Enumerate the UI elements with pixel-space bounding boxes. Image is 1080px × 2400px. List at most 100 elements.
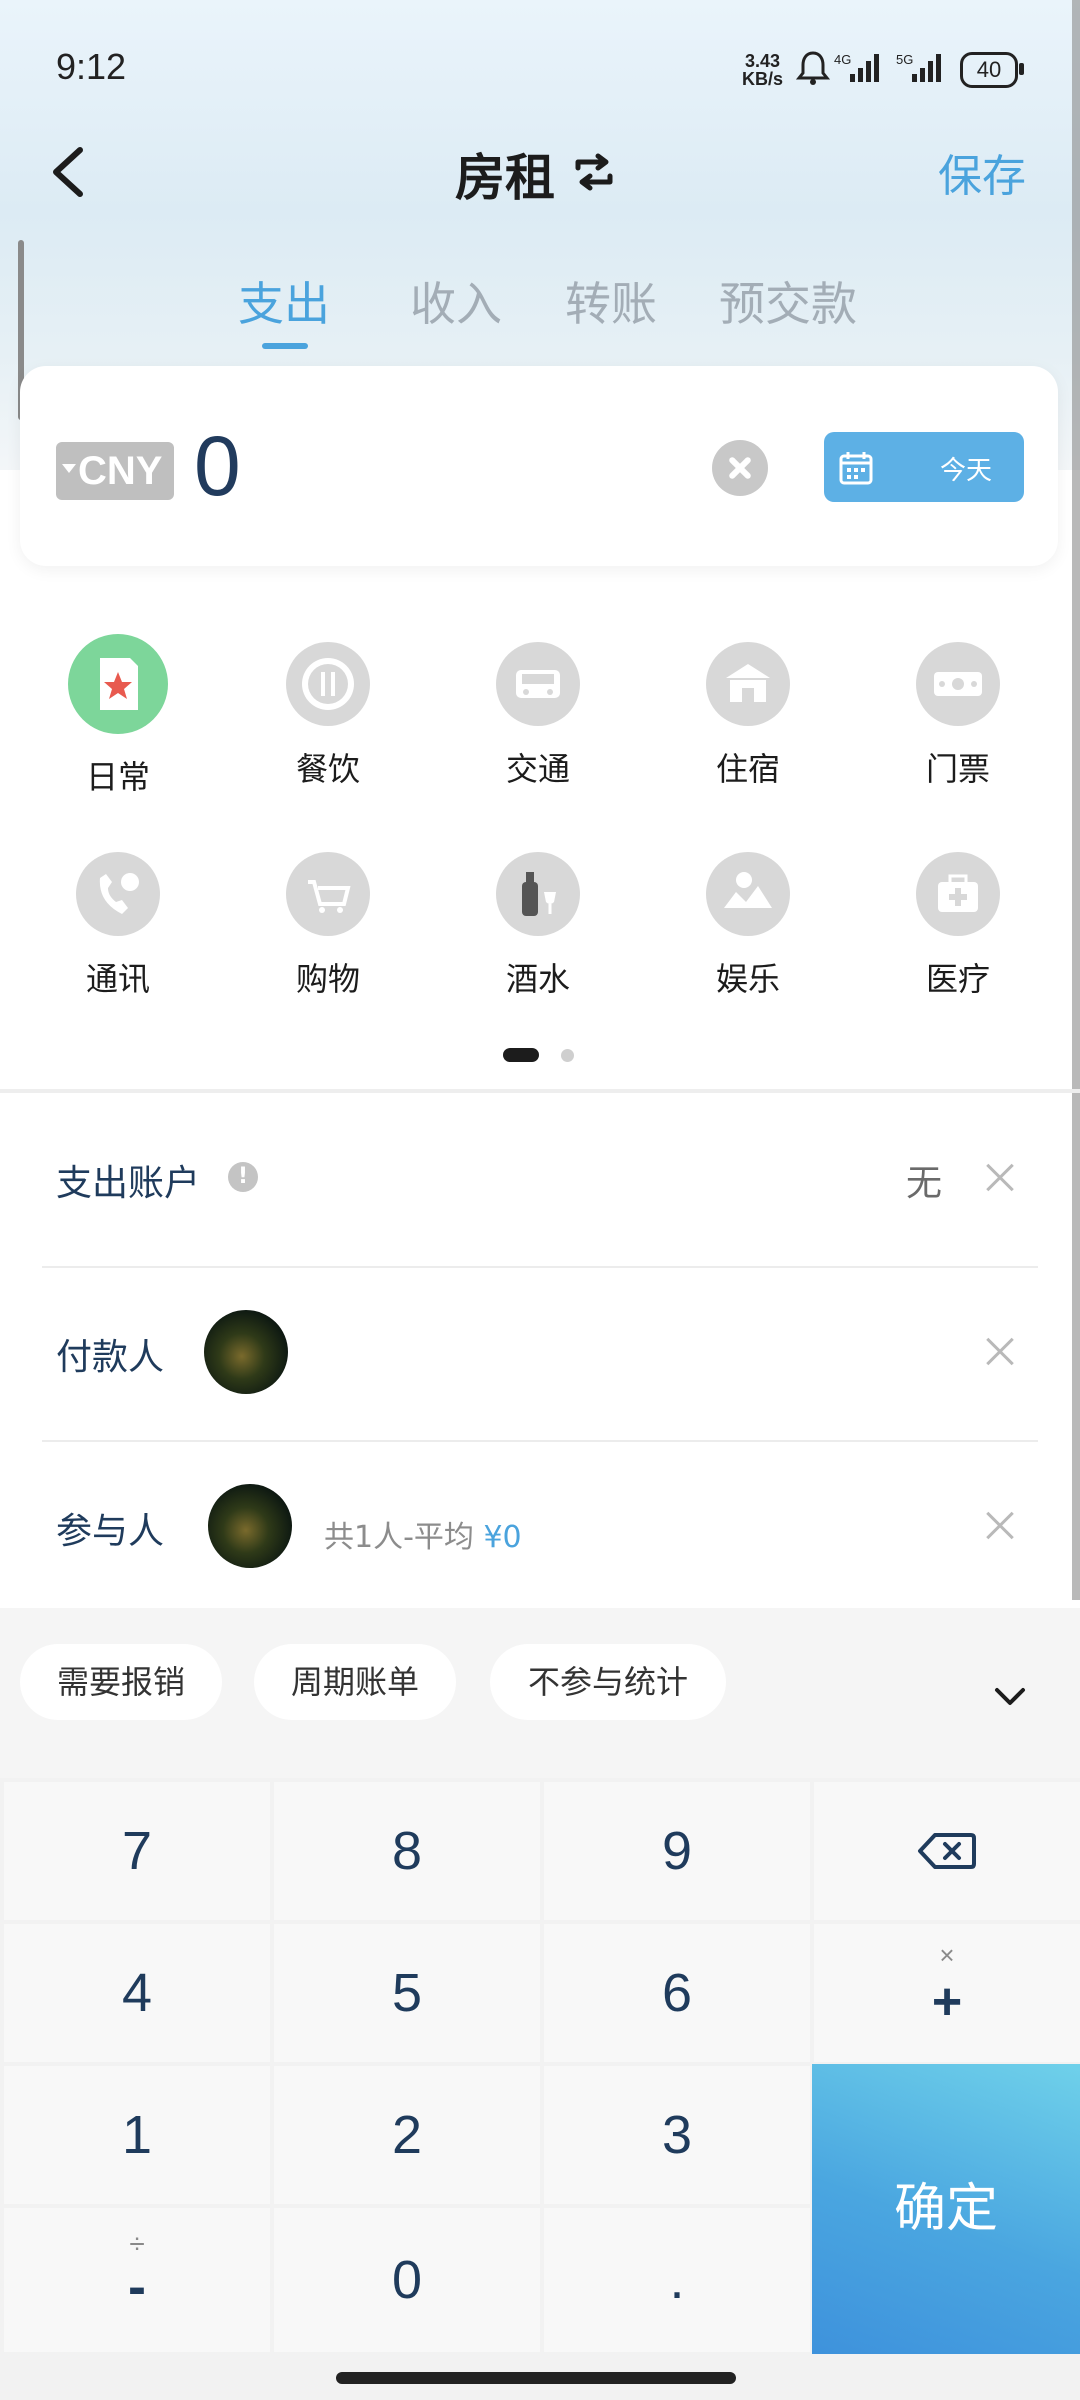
tag-reimbursement[interactable]: 需要报销 xyxy=(20,1644,222,1720)
minus-label: - xyxy=(128,2257,146,2317)
key-7[interactable]: 7 xyxy=(4,1782,270,1920)
tab-expense[interactable]: 支出 xyxy=(238,268,330,334)
section-divider xyxy=(0,1089,1080,1093)
category-lodging[interactable]: 住宿 xyxy=(678,642,818,790)
divide-minus-key[interactable]: ÷ - xyxy=(4,2208,270,2352)
account-row[interactable]: 支出账户 ! 无 xyxy=(42,1094,1038,1266)
key-1[interactable]: 1 xyxy=(4,2066,270,2204)
payer-label: 付款人 xyxy=(56,1337,165,1378)
calendar-icon xyxy=(839,452,873,485)
save-button[interactable]: 保存 xyxy=(938,140,1026,204)
ticket-icon xyxy=(916,642,1000,726)
status-time: 9:12 xyxy=(56,46,127,87)
transport-icon xyxy=(496,642,580,726)
date-label: 今天 xyxy=(940,456,993,486)
key-4[interactable]: 4 xyxy=(4,1924,270,2062)
clear-account-icon[interactable] xyxy=(982,1160,1018,1196)
category-daily[interactable]: 日常 xyxy=(48,634,188,798)
account-label: 支出账户 xyxy=(56,1163,201,1204)
daily-icon xyxy=(68,634,168,734)
chevron-down-icon[interactable] xyxy=(993,1686,1027,1708)
participants-label: 参与人 xyxy=(56,1511,165,1552)
page-dot[interactable] xyxy=(561,1049,574,1062)
network-speed: 3.43 KB/s xyxy=(742,52,783,88)
type-tabs: 支出 收入 转账 预交款 xyxy=(0,268,1080,348)
lodging-icon xyxy=(706,642,790,726)
participants-row[interactable]: 参与人 共1人-平均 ¥0 xyxy=(42,1442,1038,1614)
category-transport[interactable]: 交通 xyxy=(468,642,608,790)
category-label: 酒水 xyxy=(505,960,570,998)
signal-icon xyxy=(850,54,879,82)
tab-income[interactable]: 收入 xyxy=(410,268,502,334)
amount-card: CNY 0 今天 xyxy=(20,366,1058,566)
status-bar: 9:12 3.43 KB/s 4G 5G 40 xyxy=(0,0,1080,140)
drinks-icon xyxy=(496,852,580,936)
key-0[interactable]: 0 xyxy=(274,2208,540,2352)
currency-selector[interactable]: CNY xyxy=(56,442,174,500)
confirm-button[interactable]: 确定 xyxy=(812,2064,1080,2354)
category-dining[interactable]: 餐饮 xyxy=(258,642,398,790)
category-label: 通讯 xyxy=(85,960,150,998)
split-summary: 共1人-平均 ¥0 xyxy=(324,1512,522,1556)
shopping-icon xyxy=(286,852,370,936)
swap-icon[interactable] xyxy=(570,148,618,196)
key-3[interactable]: 3 xyxy=(544,2066,810,2204)
key-2[interactable]: 2 xyxy=(274,2066,540,2204)
payer-row[interactable]: 付款人 xyxy=(42,1268,1038,1440)
backspace-key[interactable] xyxy=(814,1782,1080,1920)
clear-payer-icon[interactable] xyxy=(982,1334,1018,1370)
category-label: 门票 xyxy=(925,750,990,788)
plus-label: + xyxy=(931,1973,963,2031)
info-icon[interactable]: ! xyxy=(228,1162,258,1192)
medical-icon xyxy=(916,852,1000,936)
key-label: 4 xyxy=(121,1963,153,2023)
key-label: 6 xyxy=(661,1963,693,2023)
category-label: 餐饮 xyxy=(295,750,360,788)
date-button[interactable]: 今天 xyxy=(824,432,1024,502)
key-6[interactable]: 6 xyxy=(544,1924,810,2062)
battery-indicator: 40 xyxy=(960,52,1024,88)
amount-value[interactable]: 0 xyxy=(194,418,241,515)
category-medical[interactable]: 医疗 xyxy=(888,852,1028,1000)
key-dot[interactable]: . xyxy=(544,2208,810,2352)
account-value: 无 xyxy=(905,1163,942,1204)
home-indicator[interactable] xyxy=(336,2372,736,2384)
category-label: 购物 xyxy=(295,960,360,998)
category-entertainment[interactable]: 娱乐 xyxy=(678,852,818,1000)
scrollbar[interactable] xyxy=(1072,0,1080,1600)
clear-participants-icon[interactable] xyxy=(982,1508,1018,1544)
category-ticket[interactable]: 门票 xyxy=(888,642,1028,790)
key-label: . xyxy=(669,2250,685,2310)
currency-code: CNY xyxy=(78,449,163,493)
dining-icon xyxy=(286,642,370,726)
category-shopping[interactable]: 购物 xyxy=(258,852,398,1000)
multiply-plus-key[interactable]: × + xyxy=(814,1924,1080,2062)
key-label: 5 xyxy=(391,1963,423,2023)
tag-recurring[interactable]: 周期账单 xyxy=(254,1644,456,1720)
page-title: 房租 xyxy=(455,149,555,207)
back-arrow-icon[interactable] xyxy=(40,140,100,204)
participant-avatar[interactable] xyxy=(208,1484,292,1568)
key-5[interactable]: 5 xyxy=(274,1924,540,2062)
payer-avatar[interactable] xyxy=(204,1310,288,1394)
category-label: 医疗 xyxy=(925,960,990,998)
tab-underline xyxy=(262,343,308,349)
key-label: 0 xyxy=(391,2250,423,2310)
key-8[interactable]: 8 xyxy=(274,1782,540,1920)
tab-prepayment[interactable]: 预交款 xyxy=(719,268,857,334)
category-label: 交通 xyxy=(505,750,570,788)
category-phone[interactable]: 通讯 xyxy=(48,852,188,1000)
key-label: 1 xyxy=(121,2105,153,2165)
key-9[interactable]: 9 xyxy=(544,1782,810,1920)
key-label: 9 xyxy=(661,1821,693,1881)
network-speed-unit: KB/s xyxy=(742,69,784,89)
category-label: 娱乐 xyxy=(715,960,780,998)
key-label: 2 xyxy=(391,2105,423,2165)
key-label: 8 xyxy=(391,1821,423,1881)
clear-amount-icon[interactable] xyxy=(712,440,768,496)
category-drinks[interactable]: 酒水 xyxy=(468,852,608,1000)
tab-transfer[interactable]: 转账 xyxy=(565,268,657,334)
tag-exclude-stats[interactable]: 不参与统计 xyxy=(490,1644,726,1720)
page-dot-active xyxy=(503,1048,539,1062)
network-speed-value: 3.43 xyxy=(744,51,781,71)
